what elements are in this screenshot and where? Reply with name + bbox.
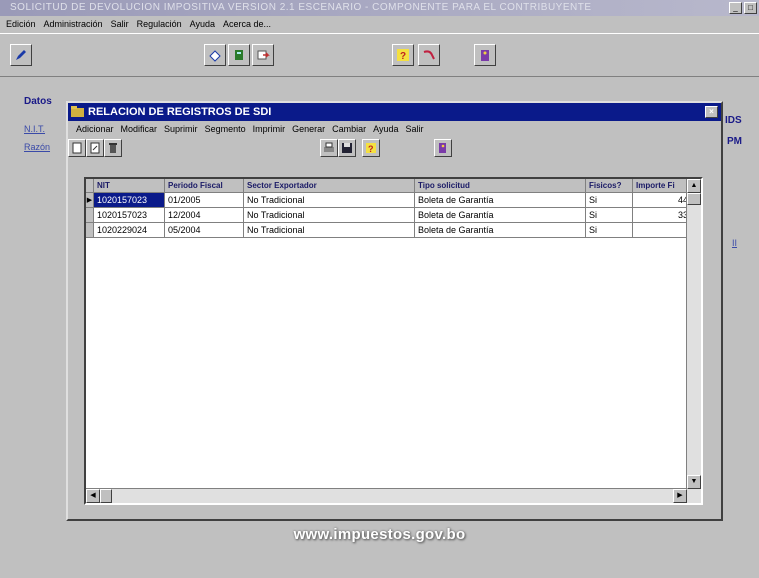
right-label-ii[interactable]: II: [732, 238, 737, 248]
menu-regulacion[interactable]: Regulación: [137, 19, 182, 29]
col-importe[interactable]: Importe Fi: [632, 179, 692, 193]
cell-tipo[interactable]: Boleta de Garantía: [414, 222, 586, 238]
cell-nit[interactable]: 1020157023: [93, 192, 165, 208]
menu-salir-dialog[interactable]: Salir: [406, 124, 424, 134]
cell-sector[interactable]: No Tradicional: [243, 222, 415, 238]
book-icon[interactable]: [228, 44, 250, 66]
horizontal-scrollbar[interactable]: ◀ ▶: [86, 488, 687, 503]
menu-segmento[interactable]: Segmento: [205, 124, 246, 134]
menu-edicion[interactable]: Edición: [6, 19, 36, 29]
dialog-titlebar: RELACION DE REGISTROS DE SDI ×: [68, 103, 721, 121]
menu-imprimir[interactable]: Imprimir: [253, 124, 286, 134]
cell-fisicos[interactable]: Si: [585, 222, 633, 238]
row-indicator: [86, 222, 94, 238]
cell-sector[interactable]: No Tradicional: [243, 192, 415, 208]
dialog-exit-icon[interactable]: [434, 139, 452, 157]
new-document-icon[interactable]: [68, 139, 86, 157]
datos-label: Datos: [24, 96, 52, 107]
cell-tipo[interactable]: Boleta de Garantía: [414, 207, 586, 223]
table-row[interactable]: ▶ 1020157023 01/2005 No Tradicional Bole…: [86, 192, 692, 208]
records-grid: NIT Periodo Fiscal Sector Exportador Tip…: [84, 177, 703, 505]
menu-suprimir[interactable]: Suprimir: [164, 124, 198, 134]
cell-fisicos[interactable]: Si: [585, 192, 633, 208]
cell-nit[interactable]: 1020229024: [93, 222, 165, 238]
dialog-help-icon[interactable]: ?: [362, 139, 380, 157]
svg-text:?: ?: [368, 144, 374, 154]
cell-periodo[interactable]: 01/2005: [164, 192, 244, 208]
right-label-ids: IDS: [725, 115, 742, 126]
scroll-up-icon[interactable]: ▲: [687, 179, 701, 193]
main-menubar: Edición Administración Salir Regulación …: [0, 16, 759, 32]
cell-importe[interactable]: [632, 222, 692, 238]
table-row[interactable]: 1020229024 05/2004 No Tradicional Boleta…: [86, 222, 692, 238]
col-nit[interactable]: NIT: [93, 179, 165, 193]
menu-salir[interactable]: Salir: [111, 19, 129, 29]
menu-ayuda-dialog[interactable]: Ayuda: [373, 124, 398, 134]
print-icon[interactable]: [320, 139, 338, 157]
cell-periodo[interactable]: 05/2004: [164, 222, 244, 238]
scroll-left-icon[interactable]: ◀: [86, 489, 100, 503]
hscroll-thumb[interactable]: [100, 489, 112, 503]
export-icon[interactable]: [252, 44, 274, 66]
menu-generar[interactable]: Generar: [292, 124, 325, 134]
scroll-thumb[interactable]: [687, 193, 701, 205]
menu-modificar[interactable]: Modificar: [121, 124, 158, 134]
cell-fisicos[interactable]: Si: [585, 207, 633, 223]
dialog-title: RELACION DE REGISTROS DE SDI: [88, 106, 272, 118]
eraser-icon[interactable]: [204, 44, 226, 66]
vertical-scrollbar[interactable]: ▲ ▼: [686, 179, 701, 503]
right-label-pm: PM: [727, 136, 742, 147]
maximize-icon[interactable]: □: [744, 2, 757, 14]
records-table: NIT Periodo Fiscal Sector Exportador Tip…: [86, 179, 692, 238]
col-tipo[interactable]: Tipo solicitud: [414, 179, 586, 193]
razon-label[interactable]: Razón: [24, 142, 50, 152]
col-fisicos[interactable]: Fisicos?: [585, 179, 633, 193]
window-controls: _ □: [729, 2, 757, 14]
edit-pencil-icon[interactable]: [10, 44, 32, 66]
website-watermark: www.impuestos.gov.bo: [293, 526, 466, 543]
relacion-dialog: RELACION DE REGISTROS DE SDI × Adicionar…: [66, 101, 723, 521]
window-title: SOLICITUD DE DEVOLUCION IMPOSITIVA VERSI…: [0, 0, 759, 16]
help-icon[interactable]: ?: [392, 44, 414, 66]
cell-importe[interactable]: 33: [632, 207, 692, 223]
col-sector[interactable]: Sector Exportador: [243, 179, 415, 193]
minimize-icon[interactable]: _: [729, 2, 742, 14]
cell-tipo[interactable]: Boleta de Garantía: [414, 192, 586, 208]
scroll-down-icon[interactable]: ▼: [687, 475, 701, 489]
cell-importe[interactable]: 44: [632, 192, 692, 208]
menu-adicionar[interactable]: Adicionar: [76, 124, 114, 134]
cell-periodo[interactable]: 12/2004: [164, 207, 244, 223]
row-pointer-icon: ▶: [86, 192, 94, 208]
menu-cambiar[interactable]: Cambiar: [332, 124, 366, 134]
table-row[interactable]: 1020157023 12/2004 No Tradicional Boleta…: [86, 207, 692, 223]
col-periodo[interactable]: Periodo Fiscal: [164, 179, 244, 193]
undo-icon[interactable]: [418, 44, 440, 66]
menu-acerca[interactable]: Acerca de...: [223, 19, 271, 29]
row-indicator-header: [86, 179, 94, 193]
save-disk-icon[interactable]: [338, 139, 356, 157]
menu-ayuda[interactable]: Ayuda: [190, 19, 215, 29]
table-header-row: NIT Periodo Fiscal Sector Exportador Tip…: [86, 179, 692, 193]
nit-label[interactable]: N.I.T.: [24, 124, 45, 134]
menu-administracion[interactable]: Administración: [44, 19, 103, 29]
row-indicator: [86, 207, 94, 223]
cell-nit[interactable]: 1020157023: [93, 207, 165, 223]
delete-trash-icon[interactable]: [104, 139, 122, 157]
close-icon[interactable]: ×: [705, 106, 718, 118]
edit-document-icon[interactable]: [86, 139, 104, 157]
scroll-right-icon[interactable]: ▶: [673, 489, 687, 503]
svg-text:?: ?: [400, 51, 406, 62]
dialog-toolbar: ?: [68, 137, 721, 165]
cell-sector[interactable]: No Tradicional: [243, 207, 415, 223]
main-toolbar: ?: [0, 33, 759, 77]
exit-door-icon[interactable]: [474, 44, 496, 66]
dialog-menubar: Adicionar Modificar Suprimir Segmento Im…: [68, 121, 721, 137]
